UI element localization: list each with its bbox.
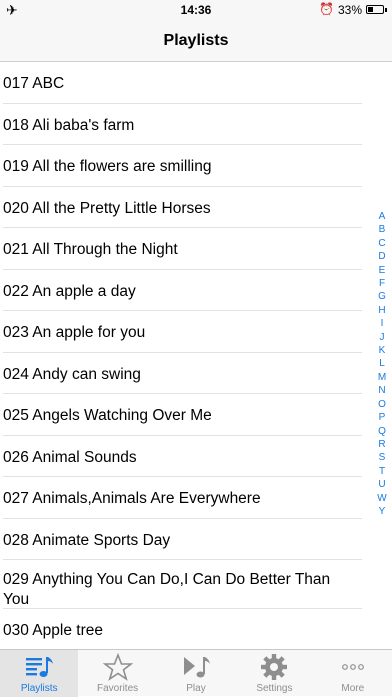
tab-label: Play xyxy=(186,683,206,694)
index-letter[interactable]: J xyxy=(374,331,390,344)
tab-playlists[interactable]: Playlists xyxy=(0,650,79,697)
star-icon xyxy=(78,652,156,681)
index-letter[interactable]: L xyxy=(374,357,390,370)
index-letter[interactable]: I xyxy=(374,317,390,330)
playlist-title: 030 Apple tree xyxy=(3,622,103,639)
playlist-row[interactable]: 017 ABC xyxy=(0,62,392,104)
playlist-row[interactable]: 025 Angels Watching Over Me xyxy=(0,394,392,436)
index-letter[interactable]: U xyxy=(374,478,390,491)
index-letter[interactable]: Q xyxy=(374,425,390,438)
playlist-title: 027 Animals,Animals Are Everywhere xyxy=(3,490,261,507)
alarm-clock-icon: ⏰ xyxy=(319,2,334,16)
status-bar: ✈ 14:36 ⏰ 33% xyxy=(0,0,392,20)
playlist-row[interactable]: 023 An apple for you xyxy=(0,311,392,353)
index-letter[interactable]: R xyxy=(374,438,390,451)
battery-nub xyxy=(385,8,387,12)
playlist-title: 025 Angels Watching Over Me xyxy=(3,407,212,424)
playlist-title: 024 Andy can swing xyxy=(3,365,141,383)
index-letter[interactable]: G xyxy=(374,290,390,303)
index-letter[interactable]: C xyxy=(374,237,390,250)
index-letter[interactable]: W xyxy=(374,492,390,505)
playlist-row[interactable]: 029 Anything You Can Do,I Can Do Better … xyxy=(0,560,392,609)
index-letter[interactable]: F xyxy=(374,277,390,290)
tab-label: Settings xyxy=(256,683,293,694)
battery-icon xyxy=(366,5,384,14)
playlist-list[interactable]: 017 ABC 018 Ali baba's farm 019 All the … xyxy=(0,62,392,649)
tab-label: Playlists xyxy=(20,683,58,694)
playlist-row[interactable]: 027 Animals,Animals Are Everywhere xyxy=(0,477,392,519)
index-letter[interactable]: O xyxy=(374,398,390,411)
gear-icon xyxy=(235,653,313,681)
playlist-row[interactable]: 028 Animate Sports Day xyxy=(0,519,392,560)
playlist-row[interactable]: 026 Animal Sounds xyxy=(0,436,392,477)
index-letter[interactable]: H xyxy=(374,304,390,317)
index-letter[interactable]: D xyxy=(374,250,390,263)
playlist-row[interactable]: 021 All Through the Night xyxy=(0,228,392,270)
tab-more[interactable]: More xyxy=(314,650,392,697)
index-letter[interactable]: B xyxy=(374,223,390,236)
playlist-title: 019 All the flowers are smilling xyxy=(3,158,212,175)
playlist-title: 017 ABC xyxy=(3,75,65,92)
index-letter[interactable]: K xyxy=(374,344,390,357)
section-index[interactable]: ABCDEFGHIJKLMNOPQRSTUWY xyxy=(374,210,390,518)
playlist-row[interactable]: 030 Apple tree xyxy=(0,609,392,649)
battery-level-fill xyxy=(368,7,373,12)
play-music-icon xyxy=(157,653,235,681)
tab-settings[interactable]: Settings xyxy=(235,650,313,697)
index-letter[interactable]: M xyxy=(374,371,390,384)
playlist-title: 018 Ali baba's farm xyxy=(3,116,135,134)
navigation-bar: Playlists xyxy=(0,20,392,62)
index-letter[interactable]: Y xyxy=(374,505,390,518)
more-dots-icon xyxy=(314,653,392,681)
tab-play[interactable]: Play xyxy=(157,650,235,697)
index-letter[interactable]: N xyxy=(374,384,390,397)
playlist-title: 028 Animate Sports Day xyxy=(3,531,171,549)
playlist-row[interactable]: 018 Ali baba's farm xyxy=(0,104,392,145)
battery-percent: 33% xyxy=(337,3,362,17)
playlist-music-icon xyxy=(0,653,78,681)
index-letter[interactable]: E xyxy=(374,264,390,277)
playlist-row[interactable]: 020 All the Pretty Little Horses xyxy=(0,187,392,228)
playlist-row[interactable]: 019 All the flowers are smilling xyxy=(0,145,392,187)
playlist-title: 026 Animal Sounds xyxy=(3,448,137,466)
tab-label: More xyxy=(341,683,365,694)
playlist-title: 020 All the Pretty Little Horses xyxy=(3,199,211,217)
index-letter[interactable]: T xyxy=(374,465,390,478)
index-letter[interactable]: S xyxy=(374,451,390,464)
page-title: Playlists xyxy=(163,32,229,49)
tab-bar: Playlists Favorites Play Settings More xyxy=(0,649,392,697)
tab-favorites[interactable]: Favorites xyxy=(78,650,156,697)
index-letter[interactable]: P xyxy=(374,411,390,424)
playlist-row[interactable]: 024 Andy can swing xyxy=(0,353,392,394)
index-letter[interactable]: A xyxy=(374,210,390,223)
playlist-title: 021 All Through the Night xyxy=(3,241,178,258)
playlist-row[interactable]: 022 An apple a day xyxy=(0,270,392,311)
tab-label: Favorites xyxy=(97,683,139,694)
playlist-title: 022 An apple a day xyxy=(3,282,136,300)
playlist-title: 023 An apple for you xyxy=(3,324,146,341)
playlist-title: 029 Anything You Can Do,I Can Do Better … xyxy=(3,571,331,608)
